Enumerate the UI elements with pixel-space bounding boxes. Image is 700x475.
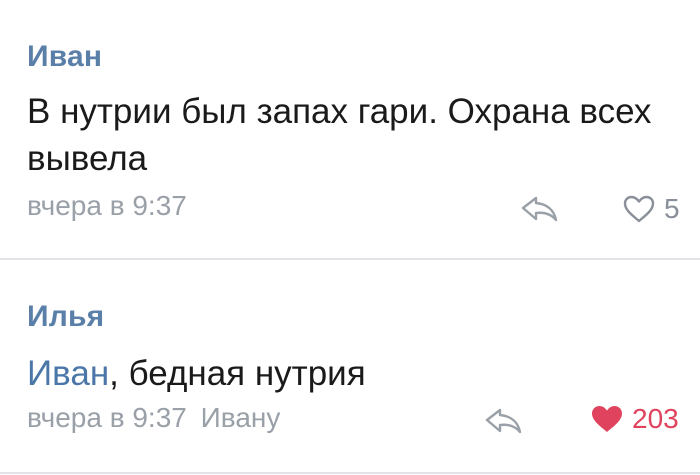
- heart-outline-icon: [623, 195, 655, 223]
- comment-author[interactable]: Иван: [27, 40, 102, 74]
- comment-text: В нутрии был запах гари. Охрана всех выв…: [27, 92, 652, 178]
- comment-2: Илья Иван, бедная нутрия вчера в 9:37 Ив…: [0, 260, 700, 475]
- comment-divider: [0, 472, 700, 474]
- reply-arrow-icon: [521, 196, 558, 222]
- like-count: 203: [632, 403, 679, 434]
- reply-mention-link[interactable]: Иван: [27, 354, 109, 393]
- like-count: 5: [664, 193, 680, 224]
- reply-button[interactable]: [520, 194, 560, 224]
- heart-filled-icon: [592, 406, 622, 432]
- comment-text-body: , бедная нутрия: [109, 354, 366, 393]
- reply-to-link[interactable]: Ивану: [201, 402, 281, 433]
- like-button[interactable]: 203: [590, 402, 679, 436]
- comment-timestamp: вчера в 9:37: [27, 402, 187, 433]
- comment-meta: вчера в 9:37 Ивану: [27, 402, 280, 434]
- reply-button[interactable]: [484, 406, 524, 436]
- comment-text: Иван, бедная нутрия: [27, 350, 667, 397]
- comment-timestamp: вчера в 9:37: [27, 190, 187, 221]
- reply-arrow-icon: [485, 408, 522, 434]
- comments-page: Иван В нутрии был запах гари. Охрана все…: [0, 0, 700, 475]
- comment-author[interactable]: Илья: [27, 300, 104, 334]
- comment-1: Иван В нутрии был запах гари. Охрана все…: [0, 0, 700, 258]
- like-button[interactable]: 5: [622, 192, 680, 226]
